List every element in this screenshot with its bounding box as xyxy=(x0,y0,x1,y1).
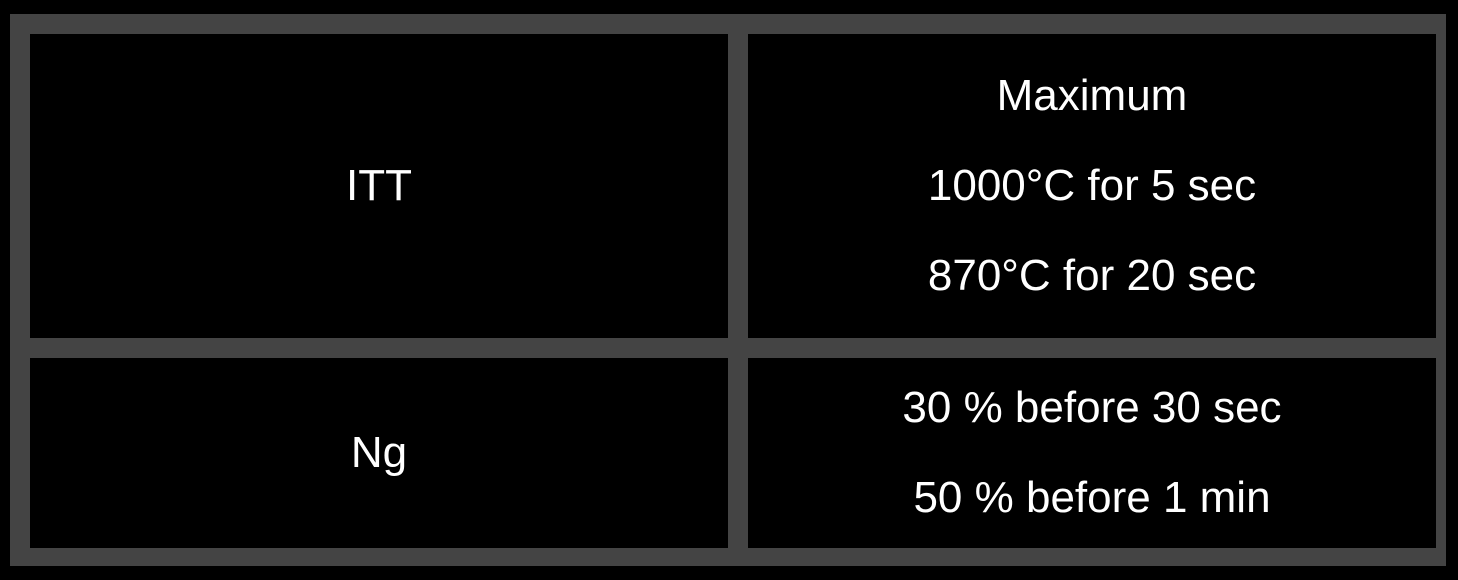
table-row-ng-parameter-cell: Ng xyxy=(30,358,728,548)
parameter-label-ng: Ng xyxy=(350,428,408,477)
ng-limit-line-1: 30 % before 30 sec xyxy=(902,383,1282,432)
limits-table: ITT Maximum 1000°C for 5 sec 870°C for 2… xyxy=(10,14,1446,566)
parameter-label-itt: ITT xyxy=(346,161,412,210)
itt-limit-line-2: 870°C for 20 sec xyxy=(927,251,1257,300)
table-row-itt-limits-cell: Maximum 1000°C for 5 sec 870°C for 20 se… xyxy=(748,34,1436,338)
itt-limit-line-1: 1000°C for 5 sec xyxy=(927,161,1257,210)
itt-limit-header: Maximum xyxy=(996,71,1188,120)
table-row-itt-parameter-cell: ITT xyxy=(30,34,728,338)
ng-limit-line-2: 50 % before 1 min xyxy=(913,473,1271,522)
table-row-ng-limits-cell: 30 % before 30 sec 50 % before 1 min xyxy=(748,358,1436,548)
